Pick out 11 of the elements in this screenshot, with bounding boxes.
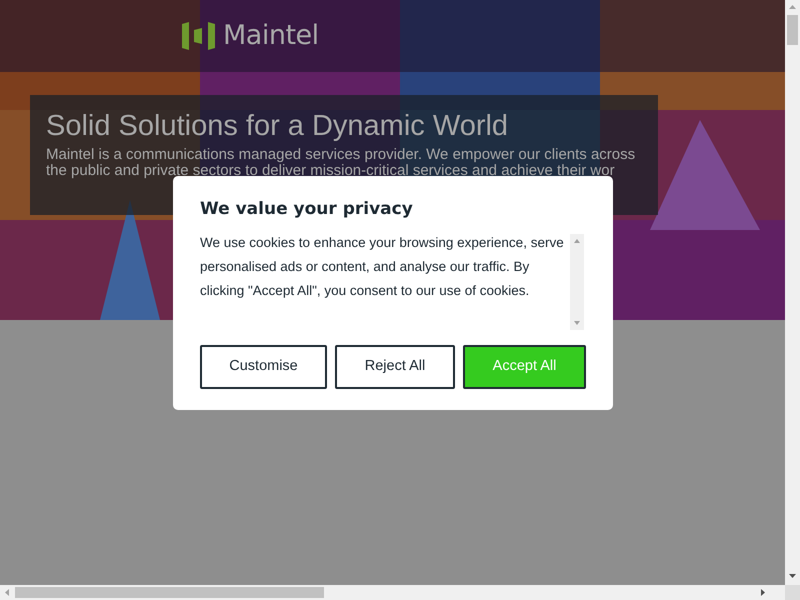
dialog-text: We use cookies to enhance your browsing experience, serve personalised ads or content, and analyse our traffic. By clicking "Accept All", you consent to our use of cookies.	[200, 234, 565, 300]
scrollbar[interactable]	[570, 234, 584, 330]
vertical-scrollbar[interactable]	[785, 0, 800, 585]
horizontal-scrollbar[interactable]	[0, 585, 800, 600]
dialog-button[interactable]: Customise	[200, 345, 327, 389]
logo-text[interactable]: Maintel	[223, 16, 319, 56]
hero-title: Solid Solutions for a Dynamic World	[46, 109, 510, 144]
dialog-title: We value your privacy	[200, 198, 414, 220]
logo-icon	[182, 22, 216, 50]
dialog-button[interactable]: Reject All	[335, 345, 455, 389]
hero-text: Maintel is a communications managed services provider. We empower our clients across the public and private sectors to deliver mission-critical services and achieve their wor	[46, 147, 636, 179]
